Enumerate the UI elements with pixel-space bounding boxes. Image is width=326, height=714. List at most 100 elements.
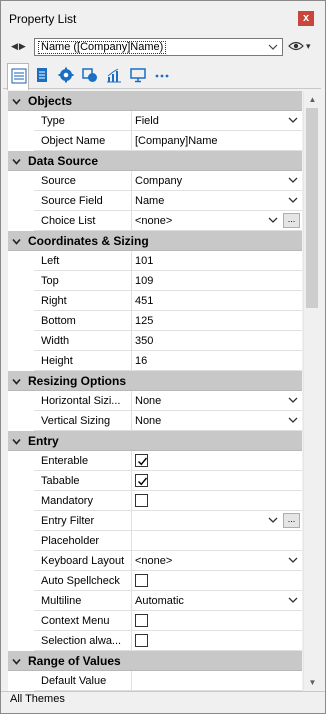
property-row-type[interactable]: Type Field (8, 111, 302, 131)
property-value[interactable]: <none> (135, 555, 172, 567)
chevron-down-icon[interactable] (288, 115, 298, 125)
chevron-down-icon[interactable] (268, 515, 278, 525)
column-divider[interactable] (131, 591, 132, 611)
property-row-bottom[interactable]: Bottom 125 (8, 311, 302, 331)
section-entry[interactable]: Entry (8, 431, 302, 451)
property-value[interactable]: 101 (135, 255, 153, 267)
property-value[interactable]: 109 (135, 275, 153, 287)
column-divider[interactable] (131, 471, 132, 491)
scroll-up-icon[interactable]: ▲ (304, 91, 321, 108)
property-row-width[interactable]: Width 350 (8, 331, 302, 351)
property-row-horizontal-sizi[interactable]: Horizontal Sizi... None (8, 391, 302, 411)
tab-display[interactable] (127, 63, 149, 87)
column-divider[interactable] (131, 491, 132, 511)
property-value[interactable]: [Company]Name (135, 135, 218, 147)
property-checkbox[interactable] (135, 614, 148, 627)
chevron-down-icon[interactable] (288, 195, 298, 205)
property-row-height[interactable]: Height 16 (8, 351, 302, 371)
column-divider[interactable] (131, 291, 132, 311)
property-checkbox[interactable] (135, 574, 148, 587)
chevron-down-icon[interactable] (288, 175, 298, 185)
chevron-down-icon[interactable] (288, 555, 298, 565)
column-divider[interactable] (131, 111, 132, 131)
browse-button[interactable]: ... (283, 213, 300, 228)
collapse-chevron-icon[interactable] (12, 657, 21, 666)
property-value[interactable]: Automatic (135, 595, 184, 607)
property-row-source-field[interactable]: Source Field Name (8, 191, 302, 211)
section-range-of-values[interactable]: Range of Values (8, 651, 302, 671)
property-row-vertical-sizing[interactable]: Vertical Sizing None (8, 411, 302, 431)
tab-settings[interactable] (55, 63, 77, 87)
property-value[interactable]: Company (135, 175, 182, 187)
section-objects[interactable]: Objects (8, 91, 302, 111)
property-value[interactable]: None (135, 415, 161, 427)
column-divider[interactable] (131, 191, 132, 211)
column-divider[interactable] (131, 671, 132, 691)
column-divider[interactable] (131, 351, 132, 371)
column-divider[interactable] (131, 311, 132, 331)
column-divider[interactable] (131, 331, 132, 351)
property-value[interactable]: 125 (135, 315, 153, 327)
browse-button[interactable]: ... (283, 513, 300, 528)
property-value[interactable]: 350 (135, 335, 153, 347)
eye-icon[interactable] (288, 40, 304, 55)
property-row-multiline[interactable]: Multiline Automatic (8, 591, 302, 611)
eye-menu-caret-icon[interactable]: ▾ (306, 41, 311, 52)
property-row-context-menu[interactable]: Context Menu (8, 611, 302, 631)
tab-shapes[interactable] (79, 63, 101, 87)
property-row-right[interactable]: Right 451 (8, 291, 302, 311)
property-checkbox[interactable] (135, 494, 148, 507)
property-value[interactable]: 16 (135, 355, 147, 367)
column-divider[interactable] (131, 631, 132, 651)
column-divider[interactable] (131, 571, 132, 591)
property-row-source[interactable]: Source Company (8, 171, 302, 191)
prev-next-arrows-icon[interactable]: ◀▶ (11, 41, 27, 52)
property-row-top[interactable]: Top 109 (8, 271, 302, 291)
column-divider[interactable] (131, 531, 132, 551)
property-row-enterable[interactable]: Enterable (8, 451, 302, 471)
column-divider[interactable] (131, 391, 132, 411)
property-row-mandatory[interactable]: Mandatory (8, 491, 302, 511)
tab-list[interactable] (7, 63, 29, 90)
property-row-placeholder[interactable]: Placeholder (8, 531, 302, 551)
property-row-auto-spellcheck[interactable]: Auto Spellcheck (8, 571, 302, 591)
column-divider[interactable] (131, 131, 132, 151)
vertical-scrollbar[interactable]: ▲ ▼ (303, 91, 320, 691)
property-value[interactable]: None (135, 395, 161, 407)
section-coordinates-sizing[interactable]: Coordinates & Sizing (8, 231, 302, 251)
tab-more[interactable] (151, 63, 173, 87)
column-divider[interactable] (131, 551, 132, 571)
close-button[interactable]: x (298, 11, 314, 26)
collapse-chevron-icon[interactable] (12, 437, 21, 446)
property-row-object-name[interactable]: Object Name [Company]Name (8, 131, 302, 151)
property-row-keyboard-layout[interactable]: Keyboard Layout <none> (8, 551, 302, 571)
column-divider[interactable] (131, 451, 132, 471)
column-divider[interactable] (131, 511, 132, 531)
property-value[interactable]: Field (135, 115, 159, 127)
property-row-entry-filter[interactable]: Entry Filter... (8, 511, 302, 531)
column-divider[interactable] (131, 251, 132, 271)
tab-chart[interactable] (103, 63, 125, 87)
property-row-choice-list[interactable]: Choice List <none>... (8, 211, 302, 231)
scrollbar-thumb[interactable] (306, 108, 318, 308)
property-value[interactable]: <none> (135, 215, 172, 227)
property-value[interactable]: Name (135, 195, 164, 207)
property-row-tabable[interactable]: Tabable (8, 471, 302, 491)
collapse-chevron-icon[interactable] (12, 237, 21, 246)
property-row-left[interactable]: Left 101 (8, 251, 302, 271)
theme-filter-label[interactable]: All Themes (10, 693, 65, 705)
column-divider[interactable] (131, 271, 132, 291)
chevron-down-icon[interactable] (288, 595, 298, 605)
collapse-chevron-icon[interactable] (12, 377, 21, 386)
chevron-down-icon[interactable] (288, 415, 298, 425)
property-checkbox[interactable] (135, 634, 148, 647)
property-checkbox[interactable] (135, 454, 148, 467)
section-data-source[interactable]: Data Source (8, 151, 302, 171)
column-divider[interactable] (131, 411, 132, 431)
property-row-selection-alwa[interactable]: Selection alwa... (8, 631, 302, 651)
tab-document[interactable] (31, 63, 53, 87)
collapse-chevron-icon[interactable] (12, 97, 21, 106)
chevron-down-icon[interactable] (268, 215, 278, 225)
chevron-down-icon[interactable] (288, 395, 298, 405)
property-value[interactable]: 451 (135, 295, 153, 307)
